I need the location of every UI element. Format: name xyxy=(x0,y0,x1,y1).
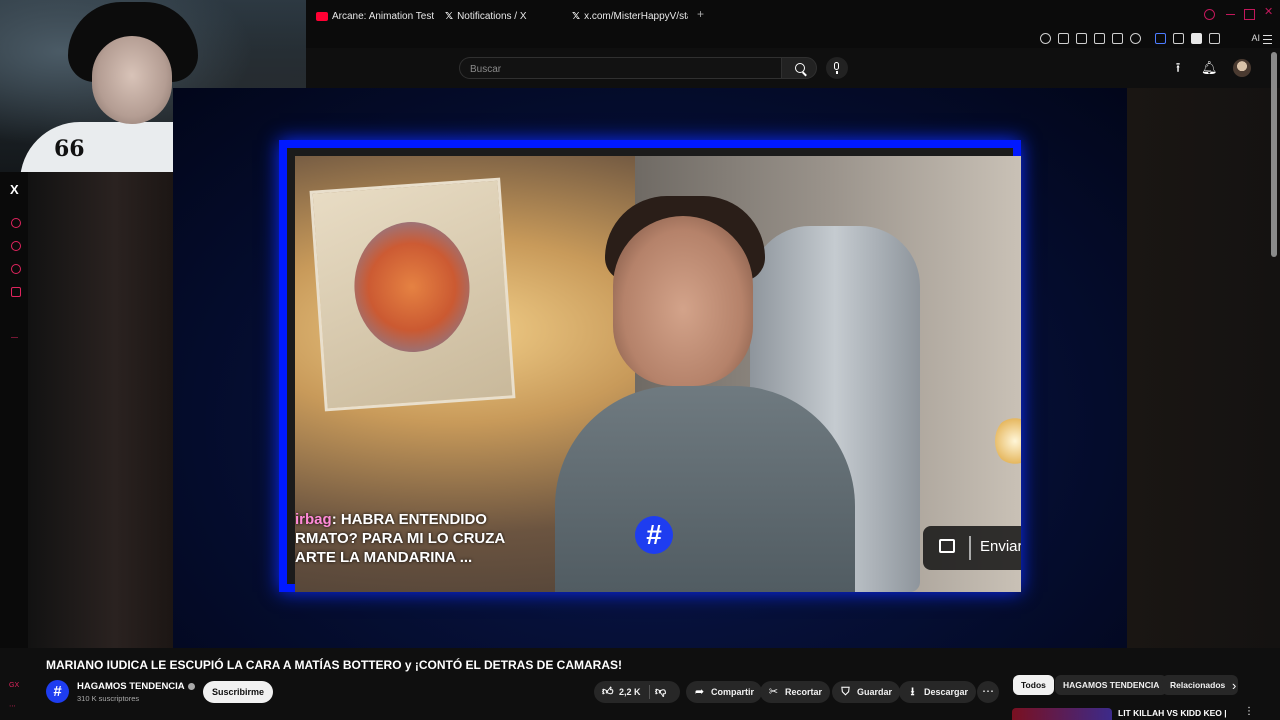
x-favicon-icon: 𝕏 xyxy=(445,10,454,22)
share-button[interactable]: ➦ Compartir xyxy=(686,681,763,703)
youtube-header: ⭱ 🔔︎ xyxy=(306,48,1280,88)
page-scrollbar[interactable] xyxy=(1271,52,1277,257)
share-label: Compartir xyxy=(711,687,755,697)
chat-username: irbag xyxy=(295,511,332,528)
audio-icon[interactable] xyxy=(1155,33,1166,44)
tab-title: Notifications / X xyxy=(457,10,527,22)
maximize-icon[interactable] xyxy=(1244,9,1255,20)
browser-menu-icon[interactable] xyxy=(1263,35,1272,44)
more-actions-button[interactable]: ⋯ xyxy=(977,681,999,703)
sidebar-more-icon[interactable]: — xyxy=(11,334,18,341)
message-icon xyxy=(939,539,955,553)
like-icon[interactable]: 👍︎ xyxy=(602,686,614,698)
browser-tab-notifications[interactable]: 𝕏 Notifications / X xyxy=(445,8,555,24)
channel-name[interactable]: HAGAMOS TENDENCIA xyxy=(77,681,195,692)
microphone-icon xyxy=(834,62,839,70)
browser-toolbar: AI xyxy=(306,30,1280,48)
x-favicon-icon: 𝕏 xyxy=(572,10,581,22)
save-button[interactable]: ⛉ Guardar xyxy=(832,681,901,703)
video-content: irbag: HABRA ENTENDIDO RMATO? PARA MI LO… xyxy=(295,156,1021,592)
related-video-title[interactable]: LIT KILLAH VS KIDD KEO | xyxy=(1118,708,1227,718)
bookmark-page-icon[interactable] xyxy=(1076,33,1087,44)
close-window-icon[interactable]: ✕ xyxy=(1264,7,1273,18)
search-icon xyxy=(795,63,805,73)
related-more-icon[interactable]: ⋮ xyxy=(1244,706,1254,717)
subscribe-button[interactable]: Suscribirme xyxy=(203,681,274,703)
channel-avatar[interactable]: # xyxy=(46,680,69,703)
subscriber-count: 310 K suscriptores xyxy=(77,694,140,703)
send-message-box: Enviar xyxy=(923,526,1021,570)
chat-overlay: irbag: HABRA ENTENDIDO RMATO? PARA MI LO… xyxy=(295,510,505,574)
pin-icon[interactable] xyxy=(1058,33,1069,44)
new-tab-button[interactable]: + xyxy=(697,7,704,21)
channel-logo-overlay: # xyxy=(635,516,673,554)
like-count[interactable]: 2,2 K xyxy=(619,681,641,703)
tab-title: Arcane: Animation Test - xyxy=(332,10,434,22)
minimize-icon[interactable] xyxy=(1226,9,1235,15)
video-player[interactable]: irbag: HABRA ENTENDIDO RMATO? PARA MI LO… xyxy=(173,88,1127,648)
share-icon: ➦ xyxy=(694,685,705,698)
clip-label: Recortar xyxy=(785,687,823,697)
download-button[interactable]: ⭳ Descargar xyxy=(899,681,977,703)
ambient-glow xyxy=(28,172,173,648)
sidebar-settings-icon[interactable] xyxy=(11,287,21,297)
search-button[interactable] xyxy=(781,57,817,79)
search-tabs-icon[interactable] xyxy=(1204,9,1215,20)
active-extension-icon[interactable] xyxy=(1191,33,1202,44)
voice-search-button[interactable] xyxy=(826,57,848,79)
video-poster xyxy=(309,177,516,412)
upload-icon[interactable]: ⭱ xyxy=(1172,61,1184,74)
bell-icon[interactable]: 🔔︎ xyxy=(1201,61,1218,74)
save-label: Guardar xyxy=(857,687,893,697)
bookmark-icon: ⛉ xyxy=(841,685,850,698)
right-ambient-panel xyxy=(1127,88,1280,648)
clip-button[interactable]: ✂ Recortar xyxy=(760,681,831,703)
chip-related[interactable]: Relacionados xyxy=(1162,675,1238,695)
video-info-section: MARIANO IUDICA LE ESCUPIÓ LA CARA A MATÍ… xyxy=(0,648,1280,720)
browser-tab-youtube[interactable]: Arcane: Animation Test - xyxy=(316,8,434,24)
sidebar-play-icon[interactable] xyxy=(11,218,21,228)
sidebar-gx-label[interactable]: GX xyxy=(9,682,19,689)
extensions-icon[interactable] xyxy=(1173,33,1184,44)
browser-tab-x-status[interactable]: 𝕏 x.com/MisterHappyV/statu xyxy=(572,8,688,24)
video-person-face xyxy=(613,216,753,386)
chip-channel[interactable]: HAGAMOS TENDENCIA xyxy=(1055,675,1168,695)
chip-all[interactable]: Todos xyxy=(1013,675,1054,695)
verified-icon xyxy=(187,682,195,690)
ai-assistant-button[interactable]: AI xyxy=(1251,33,1260,43)
heart-icon[interactable] xyxy=(1130,33,1141,44)
like-dislike-group: 👍︎ 2,2 K 👎︎ xyxy=(594,681,680,703)
video-frame: irbag: HABRA ENTENDIDO RMATO? PARA MI LO… xyxy=(279,140,1021,592)
sidebar-more-label[interactable]: ⋯ xyxy=(9,702,16,710)
scissors-icon: ✂ xyxy=(768,685,779,698)
search-input[interactable] xyxy=(460,58,762,80)
chat-line-1: : HABRA ENTENDIDO xyxy=(331,511,487,528)
download-icon: ⭳ xyxy=(910,685,915,698)
browser-tab-bar: Arcane: Animation Test - 𝕏 Notifications… xyxy=(306,0,1280,30)
sidebar-extension-icon[interactable] xyxy=(11,264,21,274)
shield-icon[interactable] xyxy=(1094,33,1105,44)
download-label: Descargar xyxy=(924,687,969,697)
dislike-icon[interactable]: 👎︎ xyxy=(655,686,666,698)
user-avatar[interactable] xyxy=(1233,59,1251,77)
sidebar-clock-icon[interactable] xyxy=(11,241,21,251)
chat-line-2: RMATO? PARA MI LO CRUZA xyxy=(295,530,505,547)
video-person-body xyxy=(555,386,855,592)
webcam-person-face xyxy=(92,36,172,124)
send-label: Enviar xyxy=(980,538,1021,555)
tab-title: x.com/MisterHappyV/statu xyxy=(584,10,688,22)
search-box xyxy=(459,57,781,80)
x-sidebar-logo[interactable]: X xyxy=(10,182,19,197)
video-title: MARIANO IUDICA LE ESCUPIÓ LA CARA A MATÍ… xyxy=(46,658,622,672)
related-video-thumbnail[interactable] xyxy=(1012,708,1112,720)
download-icon[interactable] xyxy=(1209,33,1220,44)
youtube-favicon-icon xyxy=(316,11,328,21)
zoom-icon[interactable] xyxy=(1040,33,1051,44)
chat-line-3: ARTE LA MANDARINA ... xyxy=(295,549,473,566)
play-icon[interactable] xyxy=(1112,33,1123,44)
chevron-right-icon[interactable]: › xyxy=(1232,678,1236,693)
